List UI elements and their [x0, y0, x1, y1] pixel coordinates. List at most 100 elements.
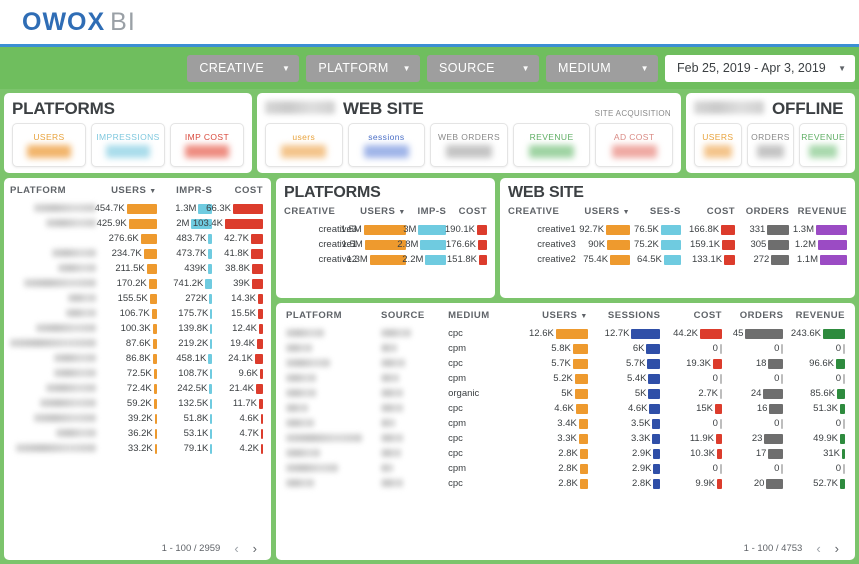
table-row[interactable]: cpc 5.7K 5.7K 19.3K 18 96.6K	[286, 356, 845, 371]
value-bar	[648, 373, 661, 384]
cost-cell: 19.3K	[660, 356, 722, 371]
column-header-orders[interactable]: ORDERS	[722, 307, 783, 326]
column-header-revenue[interactable]: REVENUE	[789, 203, 847, 222]
cell-value: 12.6K	[529, 328, 554, 339]
cost-cell: 21.4K	[212, 381, 263, 396]
column-header-imp-s[interactable]: IMP-S	[406, 203, 447, 222]
next-page-icon[interactable]: ›	[835, 541, 839, 556]
filter-chip-source[interactable]: SOURCE ▼	[427, 54, 539, 82]
orders-cell: 272	[735, 252, 790, 267]
table-row[interactable]: 276.6K 483.7K 42.7K	[10, 231, 263, 246]
kpi-tile-sessions[interactable]: sessions	[347, 123, 426, 167]
table-row[interactable]: creative1 92.7K 76.5K 166.8K 331 1.3M	[508, 222, 847, 237]
table-row[interactable]: cpc 3.3K 3.3K 11.9K 23 49.9K	[286, 431, 845, 446]
column-header-orders[interactable]: ORDERS	[735, 203, 789, 222]
column-header-revenue[interactable]: REVENUE	[783, 307, 845, 326]
table-row[interactable]: cpc 2.8K 2.8K 9.9K 20 52.7K	[286, 476, 845, 491]
value-bar	[818, 239, 847, 250]
column-header-medium[interactable]: MEDIUM	[448, 307, 509, 326]
kpi-tile-users[interactable]: USERS	[694, 123, 742, 167]
column-header-cost[interactable]: COST	[446, 203, 487, 222]
redacted-label-cell	[381, 476, 448, 491]
table-row[interactable]: organic 5K 5K 2.7K 24 85.6K	[286, 386, 845, 401]
table-row[interactable]: 86.8K 458.1K 24.1K	[10, 351, 263, 366]
table-row[interactable]: 39.2K 51.8K 4.6K	[10, 411, 263, 426]
column-header-creative[interactable]: CREATIVE	[508, 203, 576, 222]
column-header-users[interactable]: USERS ▼	[510, 307, 588, 326]
cell-value: 9.9K	[695, 478, 715, 489]
column-header-sessions[interactable]: SESSIONS	[588, 307, 661, 326]
table-row[interactable]: creative3 1.5M 3M 190.1K	[284, 222, 487, 237]
next-page-icon[interactable]: ›	[253, 541, 257, 556]
table-row[interactable]: creative2 1.3M 2.2M 151.8K	[284, 252, 487, 267]
orders-cell: 16	[722, 401, 784, 416]
table-row[interactable]: cpm 5.2K 5.4K 0 0 0	[286, 371, 845, 386]
orders-cell: 20	[722, 476, 784, 491]
kpi-tile-imp-cost[interactable]: IMP COST	[170, 123, 244, 167]
kpi-tile-impressions[interactable]: IMPRESSIONS	[91, 123, 165, 167]
table-row[interactable]: 454.7K 1.3M 66.3K	[10, 201, 263, 216]
table-row[interactable]: 234.7K 473.7K 41.8K	[10, 246, 263, 261]
date-range-picker[interactable]: Feb 25, 2019 - Apr 3, 2019 ▼	[665, 54, 855, 82]
table-row[interactable]: creative3 90K 75.2K 159.1K 305 1.2M	[508, 237, 847, 252]
table-row[interactable]: cpm 2.8K 2.9K 0 0 0	[286, 461, 845, 476]
revenue-cell: 0	[783, 461, 845, 476]
column-header-impr-s[interactable]: IMPR-S	[157, 182, 213, 201]
redacted-label-cell	[286, 416, 381, 431]
cell-value: 86.8K	[125, 353, 151, 364]
value-bar	[843, 343, 845, 354]
table-row[interactable]: 425.9K 2M 103.4K	[10, 216, 263, 231]
kpi-tile-web-orders[interactable]: WEB ORDERS	[430, 123, 508, 167]
column-header-cost[interactable]: COST	[660, 307, 722, 326]
column-header-users[interactable]: USERS ▼	[96, 182, 157, 201]
prev-page-icon[interactable]: ‹	[234, 541, 238, 556]
cell-value: 2.8K	[558, 463, 578, 474]
cell-value: 9.6K	[238, 368, 258, 379]
column-header-users[interactable]: USERS ▼	[357, 203, 406, 222]
revenue-cell: 1.1M	[789, 252, 847, 267]
table-row[interactable]: cpc 4.6K 4.6K 15K 16 51.3K	[286, 401, 845, 416]
prev-page-icon[interactable]: ‹	[816, 541, 820, 556]
filter-chip-medium[interactable]: MEDIUM ▼	[546, 54, 658, 82]
table-row[interactable]: creative2 75.4K 64.5K 133.1K 272 1.1M	[508, 252, 847, 267]
revenue-cell: 0	[783, 371, 845, 386]
table-row[interactable]: 72.4K 242.5K 21.4K	[10, 381, 263, 396]
table-row[interactable]: creative1 1.5M 2.8M 176.6K	[284, 237, 487, 252]
table-row[interactable]: cpm 3.4K 3.5K 0 0 0	[286, 416, 845, 431]
table-row[interactable]: 87.6K 219.2K 19.4K	[10, 336, 263, 351]
table-row[interactable]: 100.3K 139.8K 12.4K	[10, 321, 263, 336]
kpi-tile-orders[interactable]: ORDERS	[746, 123, 795, 167]
kpi-tile-users[interactable]: users	[265, 123, 343, 167]
kpi-tile-revenue[interactable]: REVENUE	[799, 123, 848, 167]
table-row[interactable]: 72.5K 108.7K 9.6K	[10, 366, 263, 381]
table-row[interactable]: cpc 12.6K 12.7K 44.2K 45 243.6K	[286, 326, 845, 341]
filter-chip-creative[interactable]: CREATIVE ▼	[187, 54, 300, 82]
kpi-tile-ad-cost[interactable]: AD COST	[595, 123, 673, 167]
table-row[interactable]: 33.2K 79.1K 4.2K	[10, 441, 263, 456]
table-row[interactable]: 155.5K 272K 14.3K	[10, 291, 263, 306]
table-row[interactable]: 59.2K 132.5K 11.7K	[10, 396, 263, 411]
table-row[interactable]: cpm 5.8K 6K 0 0 0	[286, 341, 845, 356]
column-header-users[interactable]: USERS ▼	[576, 203, 630, 222]
table-row[interactable]: 211.5K 439K 38.8K	[10, 261, 263, 276]
redacted-label-cell	[10, 441, 97, 456]
column-header-cost[interactable]: COST	[212, 182, 263, 201]
cell-value: 2.8M	[397, 239, 419, 250]
column-header-cost[interactable]: COST	[681, 203, 735, 222]
redacted-label	[286, 374, 316, 383]
table-row[interactable]: 106.7K 175.7K 15.5K	[10, 306, 263, 321]
column-header-creative[interactable]: CREATIVE	[284, 203, 357, 222]
column-header-platform[interactable]: PLATFORM	[10, 182, 96, 201]
table-row[interactable]: 36.2K 53.1K 4.7K	[10, 426, 263, 441]
filter-chip-platform[interactable]: PLATFORM ▼	[306, 54, 420, 82]
table-row[interactable]: 170.2K 741.2K 39K	[10, 276, 263, 291]
column-header-ses-s[interactable]: SES-S	[630, 203, 681, 222]
table-row[interactable]: cpc 2.8K 2.9K 10.3K 17 31K	[286, 446, 845, 461]
column-header-platform[interactable]: PLATFORM	[286, 307, 381, 326]
kpi-tile-users[interactable]: USERS	[12, 123, 86, 167]
kpi-tile-revenue[interactable]: REVENUE	[512, 123, 591, 167]
redacted-label-cell	[286, 476, 381, 491]
kpi-value-redacted	[611, 145, 657, 158]
column-header-source[interactable]: SOURCE	[381, 307, 448, 326]
cost-cell: 4.7K	[212, 426, 263, 441]
